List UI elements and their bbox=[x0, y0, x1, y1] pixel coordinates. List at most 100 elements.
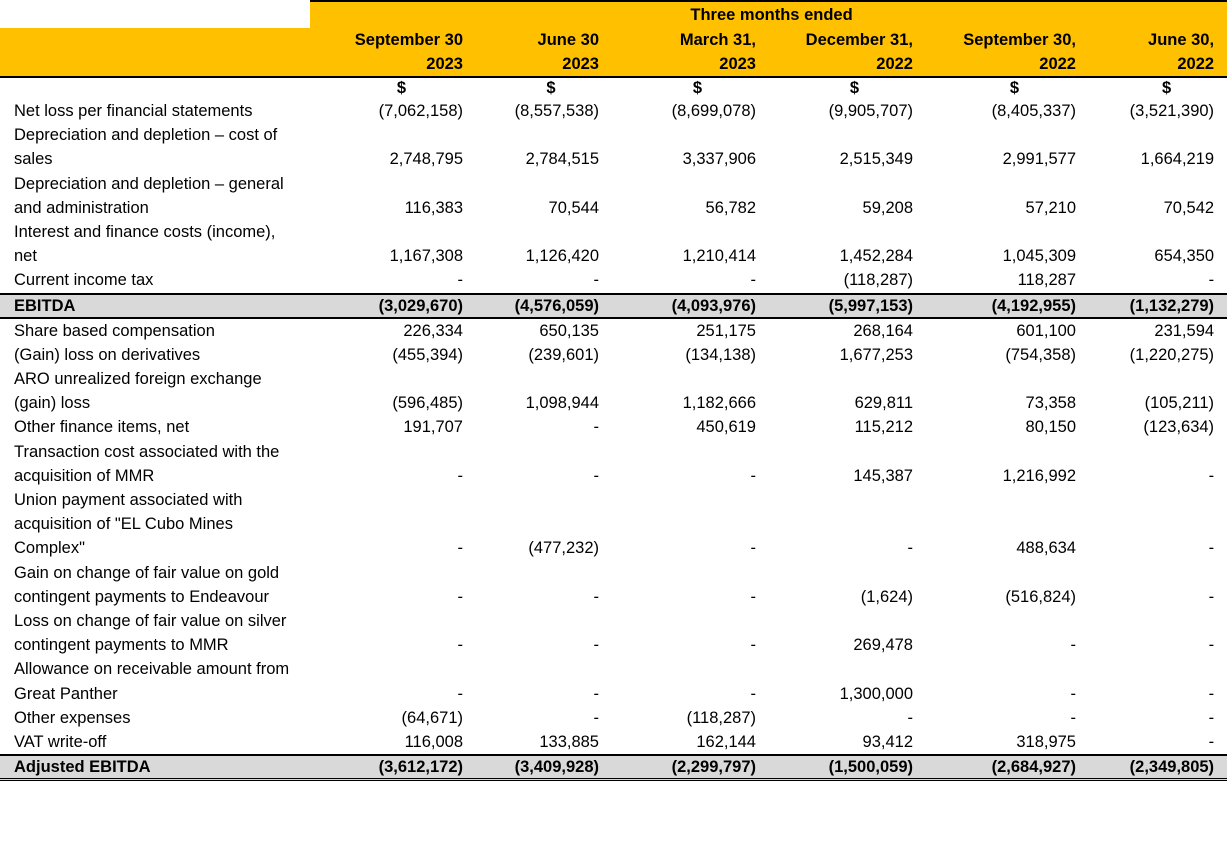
row-value: - bbox=[1208, 539, 1215, 558]
row-value: 1,098,944 bbox=[525, 394, 599, 413]
row-value: - bbox=[593, 271, 600, 290]
row-value: - bbox=[593, 418, 600, 437]
header-columns-row: September 30 2023 June 30 2023 March 31, 20… bbox=[0, 28, 1227, 78]
ebitda-label: EBITDA bbox=[0, 292, 310, 319]
row-value: - bbox=[593, 587, 600, 606]
row-value: 70,542 bbox=[1163, 198, 1215, 217]
row-value: - bbox=[593, 636, 600, 655]
row-value: 1,300,000 bbox=[839, 684, 913, 703]
ebitda-value: (3,029,670) bbox=[310, 292, 473, 319]
row-value: - bbox=[1208, 587, 1215, 606]
row-label: Share based compensation bbox=[14, 321, 215, 340]
row-value: 1,126,420 bbox=[525, 247, 599, 266]
row-value: - bbox=[750, 684, 757, 703]
row-value: 1,045,309 bbox=[1002, 247, 1076, 266]
row-value: 162,144 bbox=[696, 733, 756, 752]
row-value: 56,782 bbox=[705, 198, 756, 217]
row-value: - bbox=[1208, 636, 1215, 655]
header-label-cell bbox=[0, 28, 310, 78]
table-row: Loss on change of fair value on silver c… bbox=[0, 609, 1227, 657]
row-value: 57,210 bbox=[1025, 198, 1076, 217]
row-value: (8,557,538) bbox=[514, 102, 599, 120]
table-row: Other expenses (64,671) - (118,287) - - - bbox=[0, 706, 1227, 730]
row-value: (477,232) bbox=[528, 539, 599, 558]
row-value: 115,212 bbox=[854, 418, 913, 437]
row-value: 1,167,308 bbox=[389, 247, 463, 266]
row-value: - bbox=[750, 466, 757, 485]
row-value: - bbox=[750, 539, 757, 558]
row-value: 450,619 bbox=[696, 418, 756, 437]
ebitda-value: (4,093,976) bbox=[609, 292, 766, 319]
currency-label-cell bbox=[0, 77, 310, 99]
row-value: 601,100 bbox=[1016, 321, 1076, 340]
row-value: 70,544 bbox=[548, 198, 599, 217]
row-value: 93,412 bbox=[862, 733, 913, 752]
table-row: Allowance on receivable amount from Grea… bbox=[0, 657, 1227, 705]
row-value: (8,699,078) bbox=[671, 102, 756, 120]
row-value: - bbox=[1070, 684, 1077, 703]
row-label: (Gain) loss on derivatives bbox=[14, 345, 201, 364]
row-value: - bbox=[1208, 708, 1215, 727]
row-value: 2,991,577 bbox=[1002, 150, 1076, 169]
table-row: Current income tax - - - (118,287) 118,287 - bbox=[0, 268, 1227, 293]
row-value: 1,664,219 bbox=[1140, 150, 1215, 169]
adjusted-ebitda-value: (2,684,927) bbox=[923, 754, 1086, 782]
row-value: - bbox=[457, 636, 464, 655]
row-value: 73,358 bbox=[1025, 394, 1076, 413]
row-value: 116,008 bbox=[404, 733, 463, 752]
row-value: (7,062,158) bbox=[378, 102, 463, 120]
row-value: (118,287) bbox=[843, 271, 913, 290]
row-value: 1,677,253 bbox=[839, 345, 913, 364]
row-value: (3,521,390) bbox=[1129, 102, 1215, 120]
row-value: - bbox=[1070, 636, 1077, 655]
row-label: Union payment associated with acquisitio… bbox=[14, 491, 243, 558]
row-value: 2,748,795 bbox=[389, 150, 463, 169]
row-value: 2,515,349 bbox=[839, 150, 913, 169]
row-value: 116,383 bbox=[404, 198, 463, 217]
table-row: Share based compensation 226,334 650,135 25… bbox=[0, 318, 1227, 343]
row-value: - bbox=[907, 708, 914, 727]
row-value: (754,358) bbox=[1005, 345, 1076, 364]
row-value: - bbox=[750, 587, 757, 606]
row-value: (118,287) bbox=[686, 708, 756, 727]
column-header-mar-2023: March 31, 2023 bbox=[609, 28, 766, 78]
currency-cell: $ bbox=[546, 79, 556, 97]
row-value: (1,624) bbox=[860, 587, 913, 606]
row-value: - bbox=[1208, 733, 1215, 752]
row-value: - bbox=[593, 708, 600, 727]
row-value: (596,485) bbox=[392, 394, 463, 413]
adjusted-ebitda-row: Adjusted EBITDA (3,612,172) (3,409,928) … bbox=[0, 754, 1227, 782]
header-blank-cell bbox=[0, 1, 310, 28]
column-header-jun-2022: June 30, 2022 bbox=[1086, 28, 1227, 78]
row-value: 118,287 bbox=[1017, 271, 1076, 290]
row-value: 268,164 bbox=[853, 321, 913, 340]
row-value: - bbox=[750, 636, 757, 655]
row-value: (105,211) bbox=[1144, 394, 1215, 413]
row-value: 650,135 bbox=[539, 321, 599, 340]
row-value: 629,811 bbox=[854, 394, 913, 413]
row-value: 59,208 bbox=[862, 198, 913, 217]
currency-cell: $ bbox=[849, 79, 860, 97]
row-label: Depreciation and depletion – cost of sal… bbox=[14, 126, 278, 169]
ebitda-value: (1,132,279) bbox=[1086, 292, 1227, 319]
adjusted-ebitda-value: (3,409,928) bbox=[473, 754, 609, 782]
row-value: 251,175 bbox=[696, 321, 756, 340]
row-value: - bbox=[457, 587, 464, 606]
row-value: - bbox=[593, 466, 600, 485]
row-value: - bbox=[1070, 708, 1077, 727]
row-value: (239,601) bbox=[528, 345, 599, 364]
table-row: (Gain) loss on derivatives (455,394) (239,… bbox=[0, 343, 1227, 367]
row-label: VAT write-off bbox=[14, 733, 107, 752]
row-value: - bbox=[457, 466, 464, 485]
row-value: - bbox=[907, 539, 914, 558]
row-value: 1,182,666 bbox=[682, 394, 756, 413]
row-value: 318,975 bbox=[1016, 733, 1076, 752]
row-value: - bbox=[457, 539, 464, 558]
row-label: Interest and finance costs (income), net bbox=[14, 223, 276, 266]
row-value: (516,824) bbox=[1005, 587, 1076, 606]
row-value: - bbox=[1208, 466, 1215, 485]
currency-cell: $ bbox=[396, 79, 407, 97]
ebitda-row: EBITDA (3,029,670) (4,576,059) (4,093,97… bbox=[0, 292, 1227, 319]
row-value: 1,210,414 bbox=[682, 247, 756, 266]
row-value: 1,216,992 bbox=[1002, 466, 1076, 485]
